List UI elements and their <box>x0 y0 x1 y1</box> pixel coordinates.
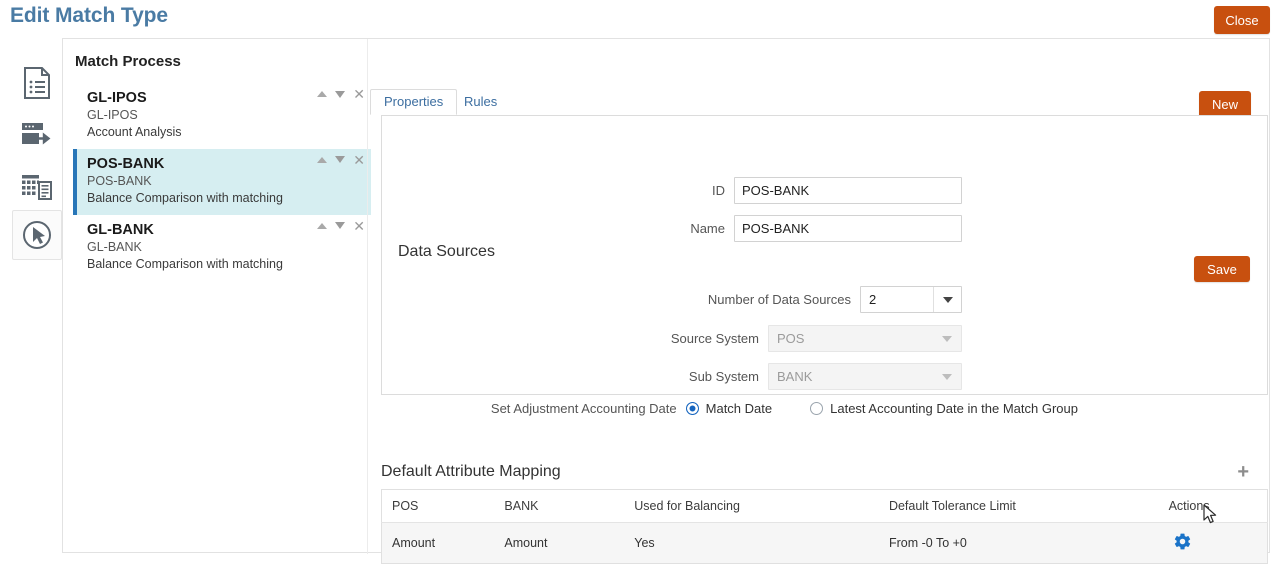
name-field-row: Name <box>382 215 962 242</box>
move-down-icon[interactable] <box>335 90 346 98</box>
column-header-default-tolerance-limit: Default Tolerance Limit <box>878 489 1159 523</box>
default-attribute-mapping-table: POS BANK Used for Balancing Default Tole… <box>381 489 1268 564</box>
delete-icon[interactable]: ✕ <box>353 153 365 167</box>
match-process-item-pos-bank[interactable]: POS-BANK POS-BANK Balance Comparison wit… <box>73 148 371 215</box>
document-list-icon[interactable] <box>12 58 62 108</box>
source-system-row: Source System POS <box>382 325 962 352</box>
default-attribute-mapping-title: Default Attribute Mapping <box>381 463 561 480</box>
radio-dot-icon <box>810 402 824 415</box>
data-sources-heading: Data Sources <box>398 243 495 260</box>
match-process-subtitle: GL-BANK <box>87 239 142 254</box>
match-process-description: Balance Comparison with matching <box>87 256 283 271</box>
panel-divider <box>367 39 368 554</box>
column-header-pos: POS <box>381 489 495 523</box>
app-root: Edit Match Type Close Match Process New … <box>0 0 1283 584</box>
delete-icon[interactable]: ✕ <box>353 87 365 101</box>
number-of-data-sources-select[interactable]: 2 <box>860 286 962 313</box>
match-process-item-controls: ✕ <box>317 87 365 101</box>
source-system-select: POS <box>768 325 962 352</box>
column-header-bank: BANK <box>494 489 625 523</box>
cell-actions <box>1158 522 1268 564</box>
cell-bank: Amount <box>494 522 625 564</box>
icon-rail <box>12 50 62 260</box>
delete-icon[interactable]: ✕ <box>353 219 365 233</box>
cursor-target-icon[interactable] <box>12 210 62 260</box>
name-label: Name <box>690 221 725 236</box>
cell-default-tolerance-limit: From -0 To +0 <box>878 522 1159 564</box>
move-down-icon[interactable] <box>335 156 346 164</box>
match-process-heading: Match Process <box>75 53 181 70</box>
radio-latest-accounting-date-label: Latest Accounting Date in the Match Grou… <box>830 401 1078 416</box>
close-button[interactable]: Close <box>1214 6 1270 34</box>
match-process-description: Account Analysis <box>87 125 182 139</box>
set-adjustment-accounting-date-label: Set Adjustment Accounting Date <box>490 401 677 416</box>
move-up-icon[interactable] <box>317 222 328 229</box>
save-button[interactable]: Save <box>1194 256 1250 282</box>
match-process-item-controls: ✕ <box>317 219 365 233</box>
radio-match-date-label: Match Date <box>705 401 773 416</box>
id-label: ID <box>712 183 725 198</box>
match-process-item-gl-ipos[interactable]: GL-IPOS GL-IPOS Account Analysis ✕ <box>73 83 371 149</box>
sub-system-select: BANK <box>768 363 962 390</box>
chevron-down-icon <box>933 326 961 351</box>
match-process-subtitle: GL-IPOS <box>87 108 138 123</box>
move-up-icon[interactable] <box>317 156 328 163</box>
source-system-value: POS <box>777 331 805 346</box>
match-process-subtitle: POS-BANK <box>87 174 152 188</box>
properties-card: Save ID Name Data Sources Number of Data… <box>381 115 1268 416</box>
radio-match-date[interactable]: Match Date <box>685 401 773 416</box>
column-header-used-for-balancing: Used for Balancing <box>624 489 879 523</box>
number-of-data-sources-row: Number of Data Sources 2 <box>382 286 962 313</box>
id-field-row: ID <box>382 177 962 204</box>
match-process-item-controls: ✕ <box>317 153 365 167</box>
match-process-description: Balance Comparison with matching <box>87 190 283 205</box>
column-header-actions: Actions <box>1158 489 1268 523</box>
number-of-data-sources-value: 2 <box>869 292 877 307</box>
chevron-down-icon <box>933 287 961 312</box>
cell-pos: Amount <box>381 522 495 564</box>
detail-tabs: Properties Rules <box>370 89 1268 115</box>
match-process-item-gl-bank[interactable]: GL-BANK GL-BANK Balance Comparison with … <box>73 215 371 281</box>
match-process-list: GL-IPOS GL-IPOS Account Analysis ✕ POS-B… <box>73 83 371 281</box>
id-input[interactable] <box>734 177 962 204</box>
number-of-data-sources-label: Number of Data Sources <box>707 292 851 307</box>
radio-dot-selected-icon <box>685 402 699 415</box>
cell-used-for-balancing: Yes <box>624 522 879 564</box>
grid-report-icon[interactable] <box>12 162 62 212</box>
content-panel: Match Process New GL-IPOS GL-IPOS Accoun… <box>62 38 1270 564</box>
radio-latest-accounting-date[interactable]: Latest Accounting Date in the Match Grou… <box>810 401 1078 416</box>
set-adjustment-accounting-date-row: Set Adjustment Accounting Date Match Dat… <box>382 401 1082 416</box>
name-input[interactable] <box>734 215 962 242</box>
tab-properties[interactable]: Properties <box>370 89 458 115</box>
table-row[interactable]: Amount Amount Yes From -0 To +0 <box>381 522 1268 564</box>
gear-icon[interactable] <box>1173 533 1192 554</box>
move-up-icon[interactable] <box>317 91 328 97</box>
data-load-icon[interactable] <box>12 110 62 160</box>
sub-system-value: BANK <box>777 369 813 384</box>
table-header-row: POS BANK Used for Balancing Default Tole… <box>381 489 1268 523</box>
page-title: Edit Match Type <box>10 4 168 27</box>
source-system-label: Source System <box>670 331 759 346</box>
move-down-icon[interactable] <box>335 222 346 230</box>
add-attribute-mapping-icon[interactable]: + <box>1237 462 1249 482</box>
sub-system-label: Sub System <box>688 369 759 384</box>
chevron-down-icon <box>933 364 961 389</box>
sub-system-row: Sub System BANK <box>382 363 962 390</box>
tab-rules[interactable]: Rules <box>450 89 511 115</box>
